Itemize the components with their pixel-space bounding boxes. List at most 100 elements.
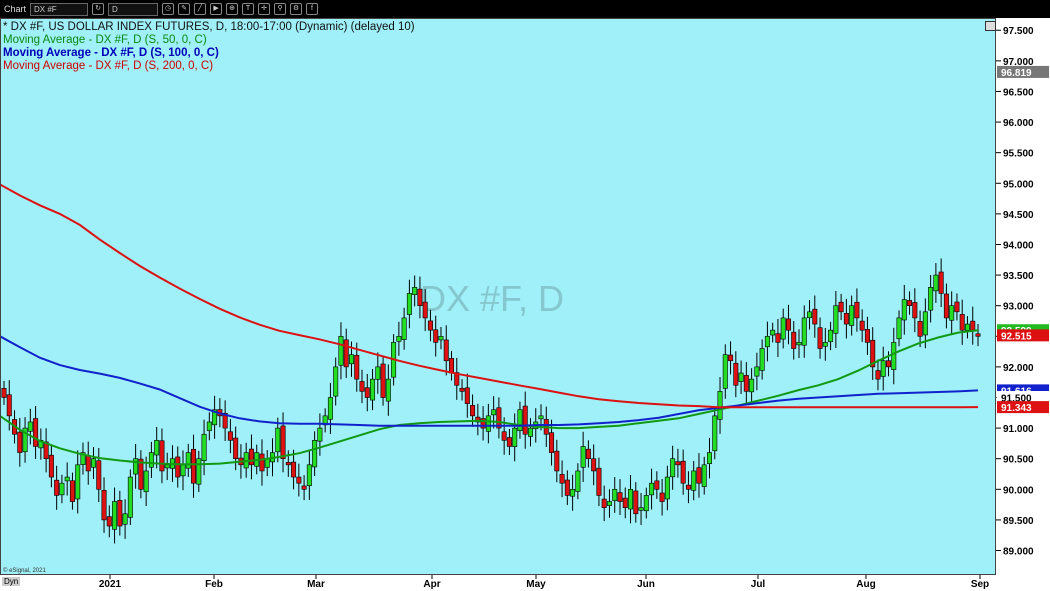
candle-body xyxy=(570,489,576,497)
candle-body xyxy=(417,288,423,306)
candle-body xyxy=(954,301,960,313)
candle-body xyxy=(554,450,560,472)
candle-body xyxy=(759,348,765,371)
legend-ma50[interactable]: Moving Average - DX #F, D (S, 50, 0, C) xyxy=(3,34,207,46)
candle-body xyxy=(691,470,697,491)
candle-body xyxy=(206,421,212,431)
candle-body xyxy=(928,287,934,311)
candle-body xyxy=(64,476,70,482)
x-tick-label: 2021 xyxy=(99,579,122,590)
y-tick-label: 89.000 xyxy=(1003,547,1034,558)
price-label-text: 92.515 xyxy=(1001,331,1032,342)
candle-body xyxy=(585,448,591,460)
candle-body xyxy=(896,317,902,340)
candle-body xyxy=(633,490,639,515)
ma-line-3 xyxy=(0,183,979,409)
candle-body xyxy=(617,492,623,502)
candle-body xyxy=(612,489,618,501)
candle-body xyxy=(301,485,307,490)
y-tick-label: 93.000 xyxy=(1003,302,1034,313)
y-tick-label: 94.000 xyxy=(1003,240,1034,251)
candle-body xyxy=(348,354,354,365)
y-tick-label: 97.500 xyxy=(1003,26,1034,37)
y-tick-label: 96.000 xyxy=(1003,118,1034,129)
candle-body xyxy=(722,354,728,389)
y-tick-label: 91.000 xyxy=(1003,424,1034,435)
y-tick-label: 94.500 xyxy=(1003,210,1034,221)
candle-body xyxy=(27,421,33,432)
candle-body xyxy=(485,415,491,432)
candle-body xyxy=(728,354,734,362)
candle-body xyxy=(717,391,723,420)
candle-body xyxy=(333,366,339,397)
candle-body xyxy=(885,360,891,368)
candle-body xyxy=(712,415,718,452)
candle-body xyxy=(549,432,555,453)
y-tick-label: 92.000 xyxy=(1003,363,1034,374)
candle-body xyxy=(127,476,133,518)
candle-body xyxy=(770,329,776,336)
candle-body xyxy=(606,501,612,506)
candle-body xyxy=(506,437,512,447)
candle-body xyxy=(338,335,344,366)
candle-body xyxy=(775,333,781,343)
candle-body xyxy=(396,335,402,342)
candle-body xyxy=(380,363,386,398)
candle-body xyxy=(6,394,12,417)
x-tick-label: Apr xyxy=(423,579,440,590)
candle-body xyxy=(970,320,976,331)
candle-body xyxy=(659,492,665,502)
candle-body xyxy=(33,418,39,447)
candle-body xyxy=(733,362,739,386)
candle-body xyxy=(828,329,834,343)
candle-body xyxy=(259,453,265,472)
candle-body xyxy=(817,327,823,349)
candle-body xyxy=(754,366,760,377)
candle-body xyxy=(917,321,923,337)
candle-body xyxy=(764,335,770,348)
candle-body xyxy=(701,464,707,487)
copyright-text: © eSignal, 2021 xyxy=(3,568,46,574)
candle-body xyxy=(959,314,965,331)
candle-body xyxy=(449,358,455,374)
candle-body xyxy=(364,387,370,398)
candle-body xyxy=(664,476,670,500)
candle-body xyxy=(427,320,433,331)
legend-ma200[interactable]: Moving Average - DX #F, D (S, 200, 0, C) xyxy=(3,60,213,72)
candle-body xyxy=(964,323,970,331)
candle-body xyxy=(743,375,749,392)
candle-body xyxy=(622,497,628,508)
candle-body xyxy=(801,317,807,346)
candle-body xyxy=(196,458,202,485)
candle-body xyxy=(164,464,170,469)
candle-body xyxy=(291,461,297,478)
candle-body xyxy=(85,455,91,472)
candle-body xyxy=(738,372,744,382)
candle-body xyxy=(638,507,644,511)
candle-body xyxy=(833,305,839,334)
candle-body xyxy=(122,513,128,525)
candle-body xyxy=(464,387,470,404)
candle-body xyxy=(233,437,239,460)
candle-body xyxy=(385,378,391,402)
candle-body xyxy=(491,409,497,416)
candle-body xyxy=(117,500,123,527)
x-tick-label: Aug xyxy=(856,579,875,590)
maximize-icon[interactable] xyxy=(985,21,996,31)
dynamic-label[interactable]: Dyn xyxy=(2,577,21,586)
legend-ma100[interactable]: Moving Average - DX #F, D (S, 100, 0, C) xyxy=(3,47,219,59)
candle-body xyxy=(312,440,318,468)
candle-body xyxy=(538,415,544,420)
y-tick-label: 95.500 xyxy=(1003,149,1034,160)
candle-body xyxy=(943,293,949,319)
candle-body xyxy=(785,318,791,331)
candle-body xyxy=(180,464,186,477)
candle-body xyxy=(864,329,870,343)
candle-body xyxy=(470,405,476,417)
candle-body xyxy=(406,293,412,315)
candle-body xyxy=(706,452,712,464)
candle-body xyxy=(522,405,528,435)
candle-body xyxy=(975,333,981,337)
candle-body xyxy=(17,431,23,453)
candle-body xyxy=(201,433,207,461)
